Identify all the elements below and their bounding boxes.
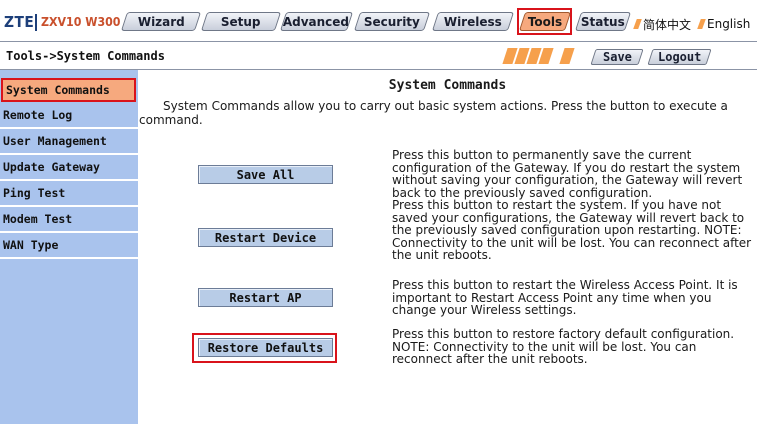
- save-all-button-label: Save All: [236, 167, 295, 182]
- breadcrumb-bar: Tools->System Commands Save Logout: [0, 41, 757, 70]
- logo-separator: [34, 13, 37, 31]
- tab-tools[interactable]: Tools: [518, 12, 572, 31]
- save-all-button[interactable]: Save All: [198, 165, 333, 184]
- restart-ap-button[interactable]: Restart AP: [198, 288, 333, 307]
- sidebar-item-system-commands[interactable]: System Commands: [1, 78, 136, 102]
- breadcrumb: Tools->System Commands: [6, 49, 165, 63]
- lang-marker-icon: [633, 19, 642, 29]
- tab-setup-label: Setup: [221, 14, 261, 29]
- main-content: System Commands System Commands allow yo…: [138, 70, 757, 424]
- restore-defaults-button-label: Restore Defaults: [207, 340, 324, 355]
- logout-button-label: Logout: [657, 50, 702, 64]
- restore-defaults-button[interactable]: Restore Defaults: [198, 338, 333, 357]
- sidebar-item-modem-test[interactable]: Modem Test: [0, 207, 138, 233]
- sidebar-item-ping-test[interactable]: Ping Test: [0, 181, 138, 207]
- logout-button[interactable]: Logout: [647, 49, 712, 65]
- top-nav-bar: ZTE ZXV10 W300 Wizard Setup Advanced Sec…: [0, 0, 757, 41]
- sidebar-item-remote-log[interactable]: Remote Log: [0, 103, 138, 129]
- sidebar-item-update-gateway[interactable]: Update Gateway: [0, 155, 138, 181]
- tab-advanced[interactable]: Advanced: [279, 12, 354, 31]
- sidebar-item-label: Modem Test: [3, 212, 73, 226]
- tab-security[interactable]: Security: [353, 12, 431, 31]
- lang-chinese-link[interactable]: 简体中文: [633, 16, 692, 32]
- sidebar: System Commands Remote Log User Manageme…: [0, 70, 138, 424]
- page-description: System Commands allow you to carry out b…: [139, 99, 728, 127]
- restart-device-button-label: Restart Device: [214, 230, 317, 245]
- sidebar-item-label: System Commands: [6, 83, 110, 97]
- lang-marker-icon: [697, 19, 706, 29]
- save-button[interactable]: Save: [590, 49, 644, 65]
- page-title: System Commands: [388, 78, 507, 93]
- lang-chinese-label: 简体中文: [643, 17, 692, 32]
- restart-device-button[interactable]: Restart Device: [198, 228, 333, 247]
- sidebar-item-user-management[interactable]: User Management: [0, 129, 138, 155]
- tab-wizard-label: Wizard: [137, 14, 185, 29]
- restart-ap-description: Press this button to restart the Wireles…: [392, 278, 738, 317]
- sidebar-item-label: Remote Log: [3, 108, 73, 122]
- save-all-description: Press this button to permanently save th…: [392, 148, 743, 200]
- tab-status-label: Status: [581, 14, 625, 29]
- decor-stripe: [559, 48, 575, 64]
- save-button-label: Save: [602, 50, 632, 64]
- restart-device-description: Press this button to restart the system.…: [392, 198, 752, 262]
- sidebar-item-label: Update Gateway: [3, 160, 100, 174]
- lang-english-link[interactable]: English: [697, 16, 751, 32]
- tab-tools-label: Tools: [527, 14, 563, 29]
- tab-setup[interactable]: Setup: [200, 12, 282, 31]
- tab-wireless-label: Wireless: [444, 14, 502, 29]
- sidebar-item-label: User Management: [3, 134, 107, 148]
- lang-english-label: English: [707, 17, 751, 31]
- logo-model: ZXV10 W300: [40, 15, 121, 29]
- logo-brand: ZTE: [4, 13, 35, 31]
- tab-wireless[interactable]: Wireless: [431, 12, 515, 31]
- tab-security-label: Security: [363, 14, 421, 29]
- tab-status[interactable]: Status: [574, 12, 632, 31]
- zte-logo: ZTE ZXV10 W300: [4, 11, 127, 33]
- restore-defaults-description: Press this button to restore factory def…: [392, 327, 735, 366]
- sidebar-item-label: Ping Test: [3, 186, 66, 200]
- tab-advanced-label: Advanced: [283, 14, 350, 29]
- restart-ap-button-label: Restart AP: [229, 290, 302, 305]
- sidebar-item-wan-type[interactable]: WAN Type: [0, 233, 138, 259]
- sidebar-item-label: WAN Type: [3, 238, 59, 252]
- tab-wizard[interactable]: Wizard: [120, 12, 202, 31]
